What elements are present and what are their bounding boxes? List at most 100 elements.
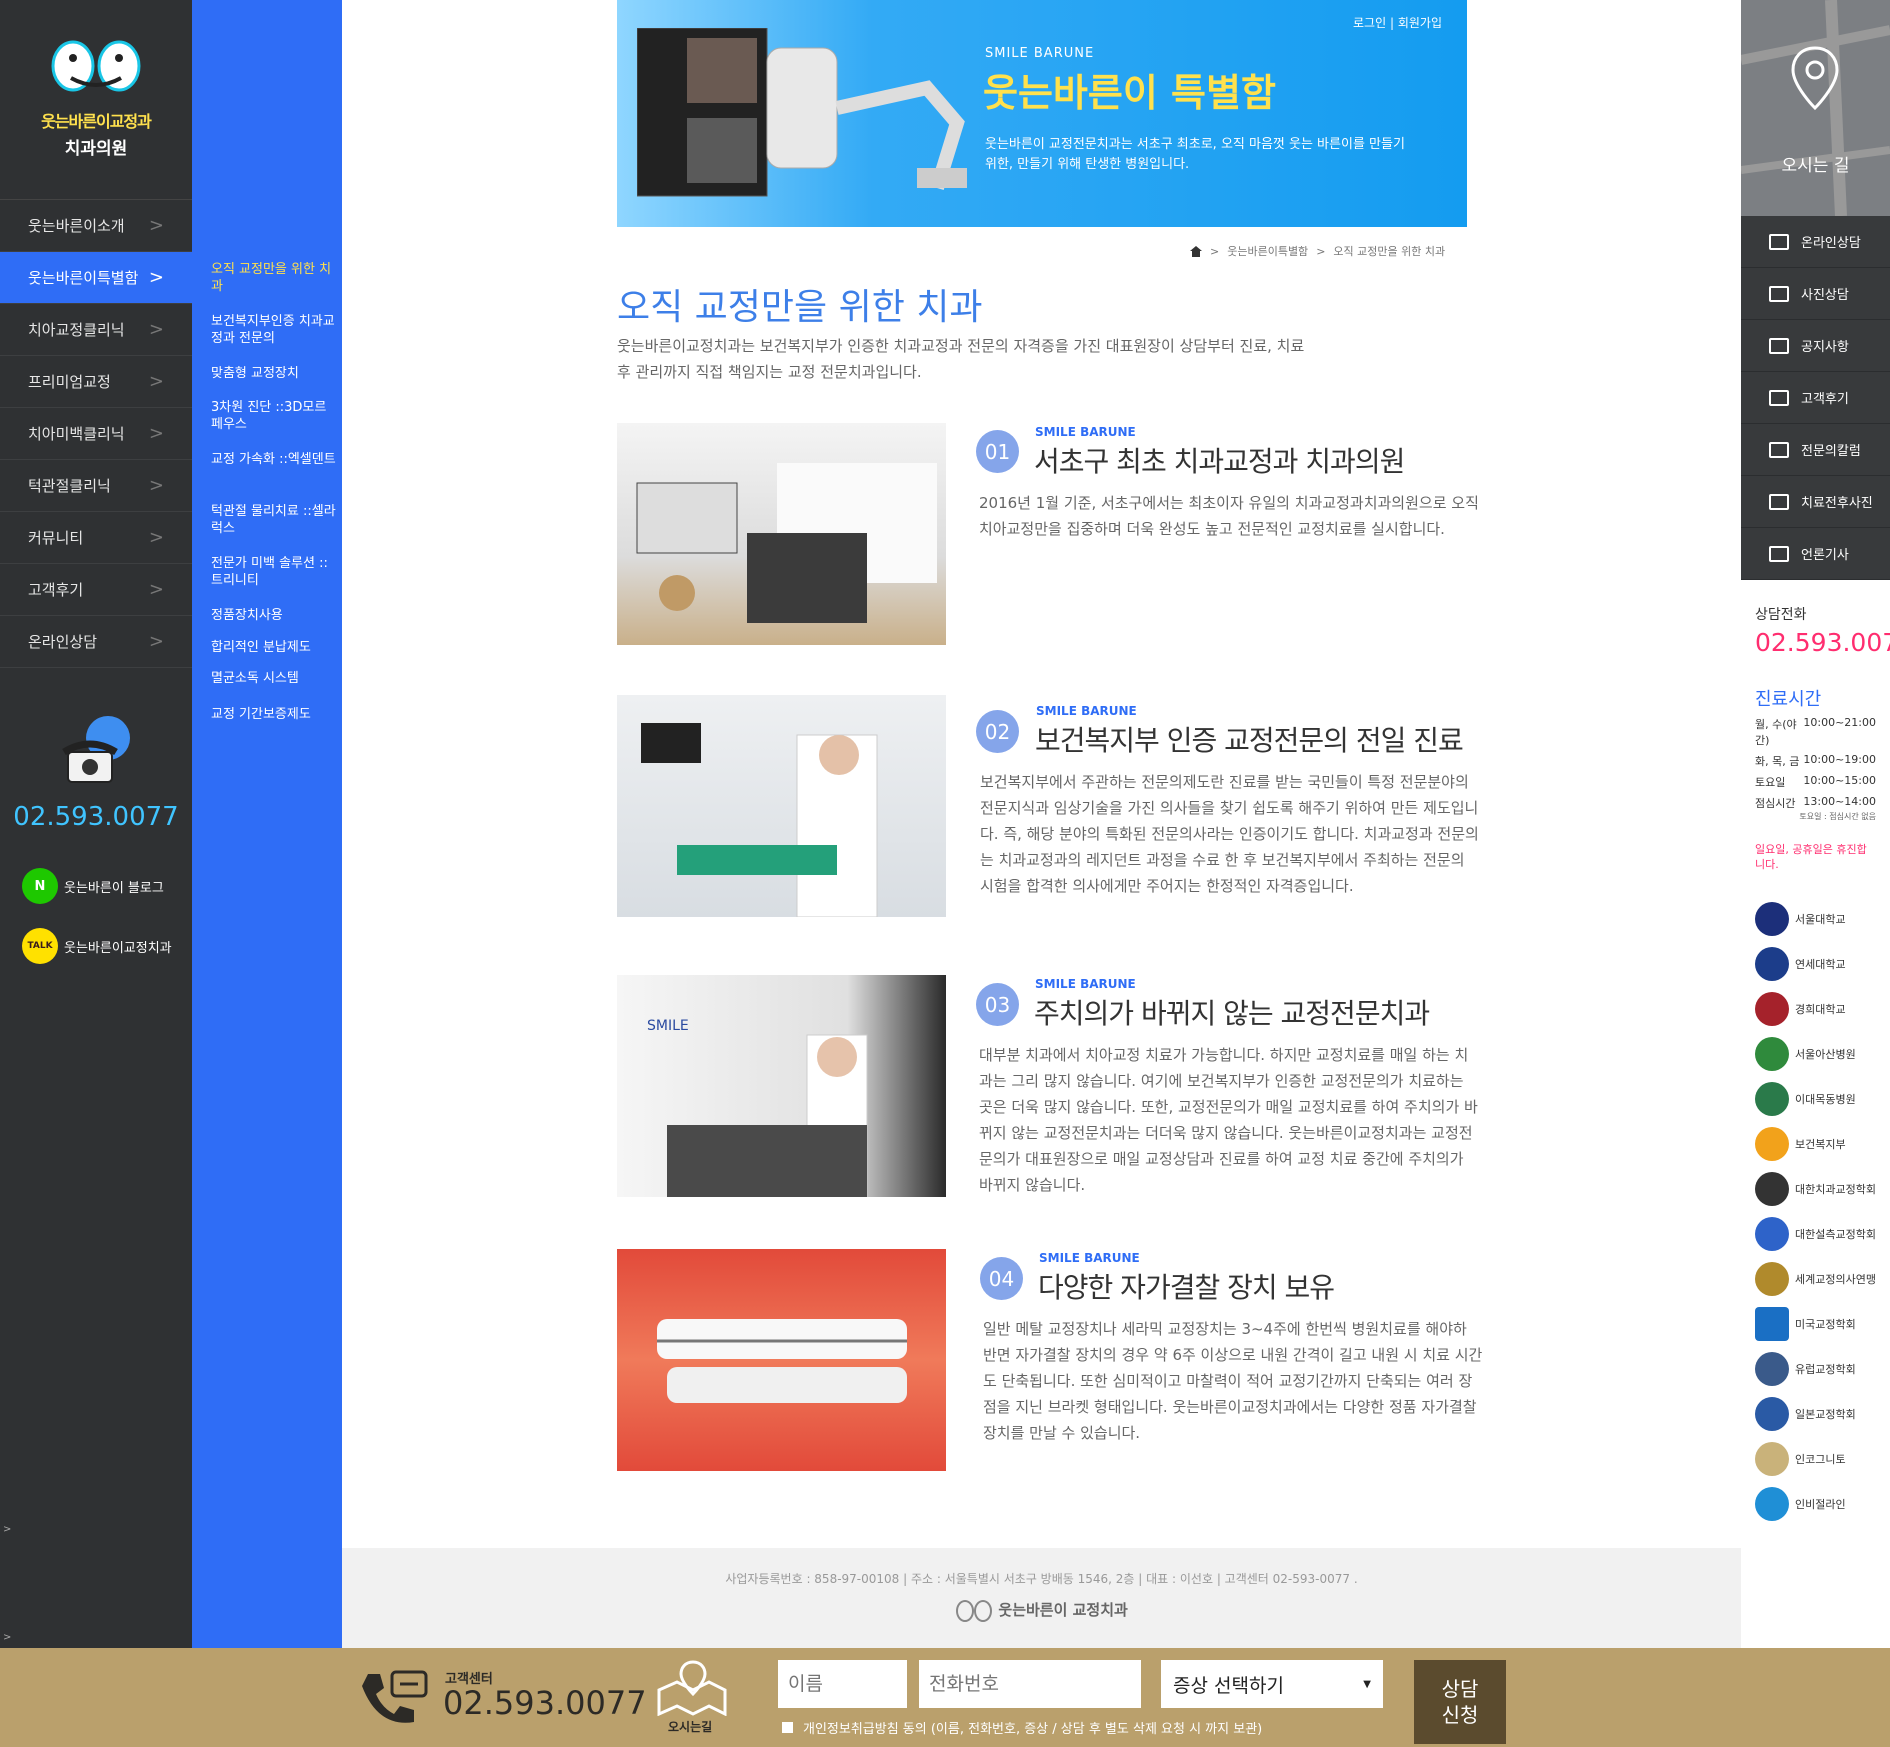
partner-label: 미국교정학회 bbox=[1795, 1317, 1856, 1331]
sub-item-whitening[interactable]: 전문가 미백 솔루션 ::트리니티 bbox=[211, 555, 336, 589]
sub-item-genuine[interactable]: 정품장치사용 bbox=[211, 607, 336, 624]
nav-label: 웃는바른이소개 bbox=[28, 217, 125, 235]
sub-item-warranty[interactable]: 교정 기간보증제도 bbox=[211, 706, 336, 723]
chevron-right-icon: > bbox=[148, 319, 164, 340]
blog-link[interactable]: N 웃는바른이 블로그 bbox=[22, 868, 164, 904]
nav-item-whitening[interactable]: 치아미백클리닉 > bbox=[0, 408, 192, 460]
logo[interactable]: 웃는바른이교정과 치과의원 bbox=[0, 0, 192, 200]
nav-item-reviews[interactable]: 고객후기 > bbox=[0, 564, 192, 616]
kakao-link[interactable]: TALK 웃는바른이교정치과 bbox=[22, 928, 172, 964]
consult-submit-button[interactable]: 상담 신청 bbox=[1414, 1660, 1506, 1744]
consult-label: 상담전화 bbox=[1755, 607, 1807, 623]
partner-label: 인코그니토 bbox=[1795, 1452, 1846, 1466]
consult-phone[interactable]: 02.593.0077 bbox=[1755, 628, 1890, 657]
partner-item[interactable]: 대한치과교정학회 bbox=[1755, 1166, 1876, 1211]
directions-button[interactable]: 오시는 길 bbox=[1741, 0, 1890, 216]
sub-item-custom-appliance[interactable]: 맞춤형 교정장치 bbox=[211, 365, 336, 382]
sub-item-3d-diagnosis[interactable]: 3차원 진단 ::3D모르페우스 bbox=[211, 399, 336, 433]
nav-label: 프리미엄교정 bbox=[28, 373, 111, 391]
sub-item-specialist[interactable]: 보건복지부인증 치과교정과 전문의 bbox=[211, 313, 336, 347]
name-input[interactable] bbox=[778, 1660, 907, 1708]
scroll-mark: > bbox=[3, 1524, 12, 1535]
nav-item-intro[interactable]: 웃는바른이소개 > bbox=[0, 200, 192, 252]
partner-item[interactable]: 인코그니토 bbox=[1755, 1436, 1876, 1481]
chevron-right-icon: > bbox=[148, 267, 164, 288]
association-emblem-icon bbox=[1755, 1261, 1789, 1296]
sub-item-sterilization[interactable]: 멸균소독 시스템 bbox=[211, 670, 336, 687]
partner-item[interactable]: 유럽교정학회 bbox=[1755, 1346, 1876, 1391]
nav-item-orthodontics[interactable]: 치아교정클리닉 > bbox=[0, 304, 192, 356]
section-number: 01 bbox=[976, 430, 1019, 473]
phone-input[interactable] bbox=[919, 1660, 1141, 1708]
chevron-down-icon: ▼ bbox=[1363, 1678, 1371, 1690]
sub-item-tmj-therapy[interactable]: 턱관절 물리치료 ::셀라럭스 bbox=[211, 503, 336, 537]
partner-label: 서울대학교 bbox=[1795, 912, 1846, 926]
sub-item-installment[interactable]: 합리적인 분납제도 bbox=[211, 639, 336, 656]
section-image-doctor-treatment bbox=[617, 695, 946, 917]
partner-label: 인비절라인 bbox=[1795, 1497, 1846, 1511]
sub-item-acceleration[interactable]: 교정 가속화 ::엑셀덴트 bbox=[211, 451, 336, 468]
hours-day: 월, 수(야간) bbox=[1755, 718, 1797, 747]
bottom-directions-label[interactable]: 오시는길 bbox=[668, 1718, 712, 1735]
partner-label: 연세대학교 bbox=[1795, 957, 1846, 971]
partner-item[interactable]: 경희대학교 bbox=[1755, 986, 1876, 1031]
footer-logo: 웃는바른이 교정치과 bbox=[342, 1599, 1741, 1622]
quick-column[interactable]: 전문의칼럼 bbox=[1741, 424, 1890, 476]
quick-reviews[interactable]: 고객후기 bbox=[1741, 372, 1890, 424]
partner-item[interactable]: 세계교정의사연맹 bbox=[1755, 1256, 1876, 1301]
partner-item[interactable]: 미국교정학회 bbox=[1755, 1301, 1876, 1346]
nav-item-tmj[interactable]: 턱관절클리닉 > bbox=[0, 460, 192, 512]
hours-time: 13:00~14:00 bbox=[1803, 795, 1876, 808]
partner-item[interactable]: 일본교정학회 bbox=[1755, 1391, 1876, 1436]
section-image-doctor-portrait: SMILE bbox=[617, 975, 946, 1197]
consult-info: 상담전화 02.593.0077 진료시간 월, 수(야간) 10:00~21:0… bbox=[1741, 580, 1890, 896]
consent-checkbox[interactable] bbox=[782, 1722, 793, 1733]
section-kicker: SMILE BARUNE bbox=[1039, 1251, 1140, 1265]
partner-item[interactable]: 서울아산병원 bbox=[1755, 1031, 1876, 1076]
login-link[interactable]: 로그인 bbox=[1353, 16, 1386, 30]
nav-item-community[interactable]: 커뮤니티 > bbox=[0, 512, 192, 564]
nav-item-special[interactable]: 웃는바른이특별함 > bbox=[0, 252, 192, 304]
section-image-clinic-lobby bbox=[617, 423, 946, 645]
join-link[interactable]: 회원가입 bbox=[1398, 16, 1442, 30]
main-menu: 웃는바른이소개 > 웃는바른이특별함 > 치아교정클리닉 > 프리미엄교정 > 치아미백… bbox=[0, 200, 192, 668]
quick-press[interactable]: 언론기사 bbox=[1741, 528, 1890, 580]
brand-subname: 치과의원 bbox=[64, 139, 128, 159]
privacy-consent[interactable]: 개인정보취급방침 동의 (이름, 전화번호, 증상 / 상담 후 별도 삭제 요… bbox=[782, 1718, 1262, 1737]
naver-blog-icon: N bbox=[22, 868, 58, 904]
partner-item[interactable]: 연세대학교 bbox=[1755, 941, 1876, 986]
partner-item[interactable]: 대한설측교정학회 bbox=[1755, 1211, 1876, 1256]
section-kicker: SMILE BARUNE bbox=[1035, 977, 1136, 991]
quick-online-consult[interactable]: 온라인상담 bbox=[1741, 216, 1890, 268]
left-phone-number[interactable]: 02.593.0077 bbox=[0, 802, 192, 832]
kakaotalk-icon: TALK bbox=[22, 928, 58, 964]
nav-item-premium[interactable]: 프리미엄교정 > bbox=[0, 356, 192, 408]
breadcrumb-level1[interactable]: 웃는바른이특별함 bbox=[1227, 243, 1308, 259]
footer-logo-text: 웃는바른이 교정치과 bbox=[998, 1601, 1128, 1619]
invisalign-logo-icon bbox=[1755, 1486, 1789, 1521]
quick-label: 온라인상담 bbox=[1801, 236, 1861, 251]
hero-banner: 로그인 | 회원가입 SMILE BARUNE 웃는바른이 특별함 웃는바른이 … bbox=[617, 0, 1467, 227]
breadcrumb-level2[interactable]: 오직 교정만을 위한 치과 bbox=[1333, 243, 1445, 259]
main-content: 로그인 | 회원가입 SMILE BARUNE 웃는바른이 특별함 웃는바른이 … bbox=[342, 0, 1741, 1648]
quick-before-after[interactable]: 치료전후사진 bbox=[1741, 476, 1890, 528]
hours-time: 10:00~15:00 bbox=[1803, 774, 1876, 787]
nav-item-online-consult[interactable]: 온라인상담 > bbox=[0, 616, 192, 668]
section-number: 02 bbox=[976, 710, 1019, 753]
hospital-emblem-icon bbox=[1755, 1036, 1789, 1071]
kakao-label: 웃는바른이교정치과 bbox=[64, 940, 172, 956]
partner-item[interactable]: 보건복지부 bbox=[1755, 1121, 1876, 1166]
symptom-select[interactable]: 증상 선택하기 ▼ bbox=[1161, 1660, 1383, 1708]
partner-item[interactable]: 인비절라인 bbox=[1755, 1481, 1876, 1526]
quick-notice[interactable]: 공지사항 bbox=[1741, 320, 1890, 372]
partner-item[interactable]: 서울대학교 bbox=[1755, 896, 1876, 941]
bottom-phone-number[interactable]: 02.593.0077 bbox=[443, 1684, 647, 1722]
home-icon[interactable] bbox=[1190, 245, 1202, 257]
quick-photo-consult[interactable]: 사진상담 bbox=[1741, 268, 1890, 320]
partner-item[interactable]: 이대목동병원 bbox=[1755, 1076, 1876, 1121]
association-emblem-icon bbox=[1755, 1216, 1789, 1251]
banner-text: 웃는바른이 교정전문치과는 서초구 최초로, 오직 마음껏 웃는 바른이를 만들… bbox=[985, 137, 1405, 172]
map-pin-icon[interactable] bbox=[655, 1660, 729, 1716]
partner-label: 대한치과교정학회 bbox=[1795, 1182, 1876, 1196]
sub-item-ortho-only[interactable]: 오직 교정만을 위한 치과 bbox=[211, 261, 336, 295]
